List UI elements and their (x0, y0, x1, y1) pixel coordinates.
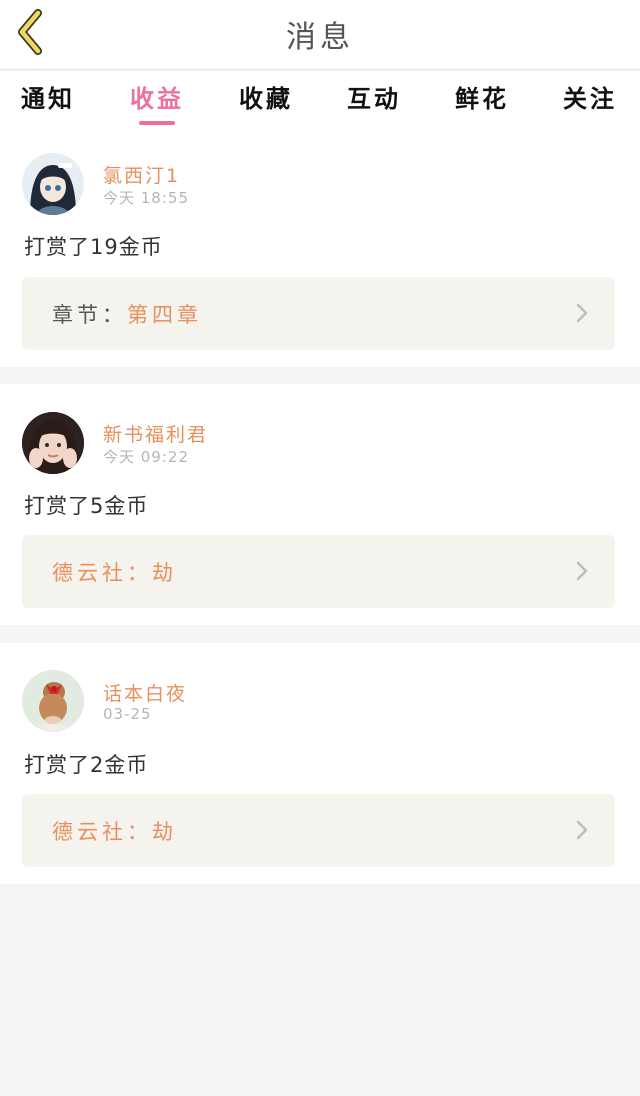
avatar-image (22, 412, 84, 474)
reward-text: 打赏了2金币 (24, 753, 149, 777)
chevron-right-icon (576, 303, 588, 323)
link-text: 德云社：劫 (52, 557, 177, 587)
timestamp: 今天 09:22 (103, 448, 189, 466)
top-bar: 消息 (0, 0, 640, 70)
tab-bar: 通知 收益 收藏 互动 鲜花 关注 (0, 71, 640, 125)
tab-favorites[interactable]: 收藏 (226, 79, 306, 119)
message-card: 新书福利君 今天 09:22 打赏了5金币 德云社：劫 (0, 384, 640, 625)
tab-label: 关注 (563, 85, 617, 113)
chevron-right-icon (576, 561, 588, 581)
link-value: 劫 (152, 561, 177, 585)
book-link[interactable]: 德云社：劫 (22, 794, 615, 867)
tab-notifications[interactable]: 通知 (8, 79, 88, 119)
reward-text: 打赏了19金币 (24, 235, 163, 259)
timestamp: 今天 18:55 (103, 189, 189, 207)
tab-label: 收益 (130, 85, 184, 113)
username[interactable]: 新书福利君 (103, 420, 208, 447)
tab-label: 互动 (347, 85, 401, 113)
avatar-image (22, 670, 84, 732)
avatar-image (22, 153, 84, 215)
chapter-link[interactable]: 章节：第四章 (22, 277, 615, 350)
avatar[interactable] (22, 670, 84, 732)
tab-flowers[interactable]: 鲜花 (442, 79, 522, 119)
message-card: 氯西汀1 今天 18:55 打赏了19金币 章节：第四章 (0, 125, 640, 367)
link-label: 章节： (52, 303, 127, 327)
tab-label: 通知 (21, 85, 75, 113)
page-title: 消息 (286, 20, 354, 55)
username[interactable]: 氯西汀1 (103, 161, 180, 188)
timestamp: 03-25 (103, 705, 152, 723)
link-value: 劫 (152, 820, 177, 844)
link-text: 章节：第四章 (52, 299, 202, 329)
link-label: 德云社： (52, 820, 152, 844)
message-card: 话本白夜 03-25 打赏了2金币 德云社：劫 (0, 643, 640, 884)
avatar[interactable] (22, 412, 84, 474)
username[interactable]: 话本白夜 (103, 679, 187, 706)
reward-text: 打赏了5金币 (24, 494, 149, 518)
tab-interactions[interactable]: 互动 (334, 79, 414, 119)
link-label: 德云社： (52, 561, 152, 585)
tab-follows[interactable]: 关注 (550, 79, 630, 119)
tab-label: 鲜花 (455, 85, 509, 113)
tab-label: 收藏 (239, 85, 293, 113)
book-link[interactable]: 德云社：劫 (22, 535, 615, 608)
tab-earnings[interactable]: 收益 (117, 79, 197, 125)
chevron-right-icon (576, 820, 588, 840)
avatar[interactable] (22, 153, 84, 215)
link-value: 第四章 (127, 303, 202, 327)
link-text: 德云社：劫 (52, 816, 177, 846)
